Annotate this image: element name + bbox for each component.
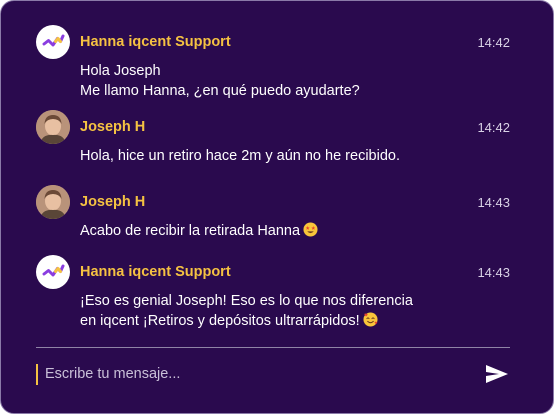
message-line-text: Acabo de recibir la retirada Hanna [80, 223, 301, 239]
message-line: ¡Eso es genial Joseph! Eso es lo que nos… [80, 293, 413, 309]
brand-logo-avatar [36, 255, 70, 289]
user-avatar [36, 185, 70, 219]
brand-logo-avatar [36, 25, 70, 59]
send-icon [486, 365, 508, 383]
message-text: Hola Joseph Me llamo Hanna, ¿en qué pued… [80, 61, 360, 101]
user-photo-icon [36, 185, 70, 219]
message-composer [36, 362, 510, 386]
user-avatar [36, 110, 70, 144]
composer-divider [36, 347, 510, 348]
chat-message: Hanna iqcent Support 14:43 ¡Eso es genia… [36, 255, 510, 335]
message-line: Hola, hice un retiro hace 2m y aún no he… [80, 148, 400, 164]
message-time: 14:42 [477, 120, 510, 135]
message-input[interactable] [45, 362, 465, 386]
iqcent-logo-icon [42, 34, 65, 47]
message-line: Me llamo Hanna, ¿en qué puedo ayudarte? [80, 83, 360, 99]
sender-name: Hanna iqcent Support [80, 264, 231, 280]
chat-message: Joseph H 14:42 Hola, hice un retiro hace… [36, 110, 510, 170]
send-button[interactable] [484, 362, 510, 386]
message-text: Acabo de recibir la retirada Hanna [80, 221, 318, 243]
sender-name: Joseph H [80, 194, 146, 210]
message-text: ¡Eso es genial Joseph! Eso es lo que nos… [80, 291, 413, 333]
chat-message: Joseph H 14:43 Acabo de recibir la retir… [36, 185, 510, 245]
text-caret [36, 364, 38, 385]
sender-name: Joseph H [80, 119, 146, 135]
message-line: Acabo de recibir la retirada Hanna [80, 221, 318, 243]
star-struck-emoji-icon [303, 222, 318, 243]
smiling-face-with-hearts-emoji-icon [363, 312, 378, 333]
message-time: 14:43 [477, 265, 510, 280]
message-line: Hola Joseph [80, 63, 161, 79]
message-line: en iqcent ¡Retiros y depósitos ultrarráp… [80, 311, 413, 333]
message-text: Hola, hice un retiro hace 2m y aún no he… [80, 146, 400, 166]
message-line-text: en iqcent ¡Retiros y depósitos ultrarráp… [80, 313, 360, 329]
message-time: 14:42 [477, 35, 510, 50]
user-photo-icon [36, 110, 70, 144]
message-time: 14:43 [477, 195, 510, 210]
chat-message: Hanna iqcent Support 14:42 Hola Joseph M… [36, 25, 510, 105]
chat-window: Hanna iqcent Support 14:42 Hola Joseph M… [0, 0, 554, 414]
sender-name: Hanna iqcent Support [80, 34, 231, 50]
iqcent-logo-icon [42, 264, 65, 277]
